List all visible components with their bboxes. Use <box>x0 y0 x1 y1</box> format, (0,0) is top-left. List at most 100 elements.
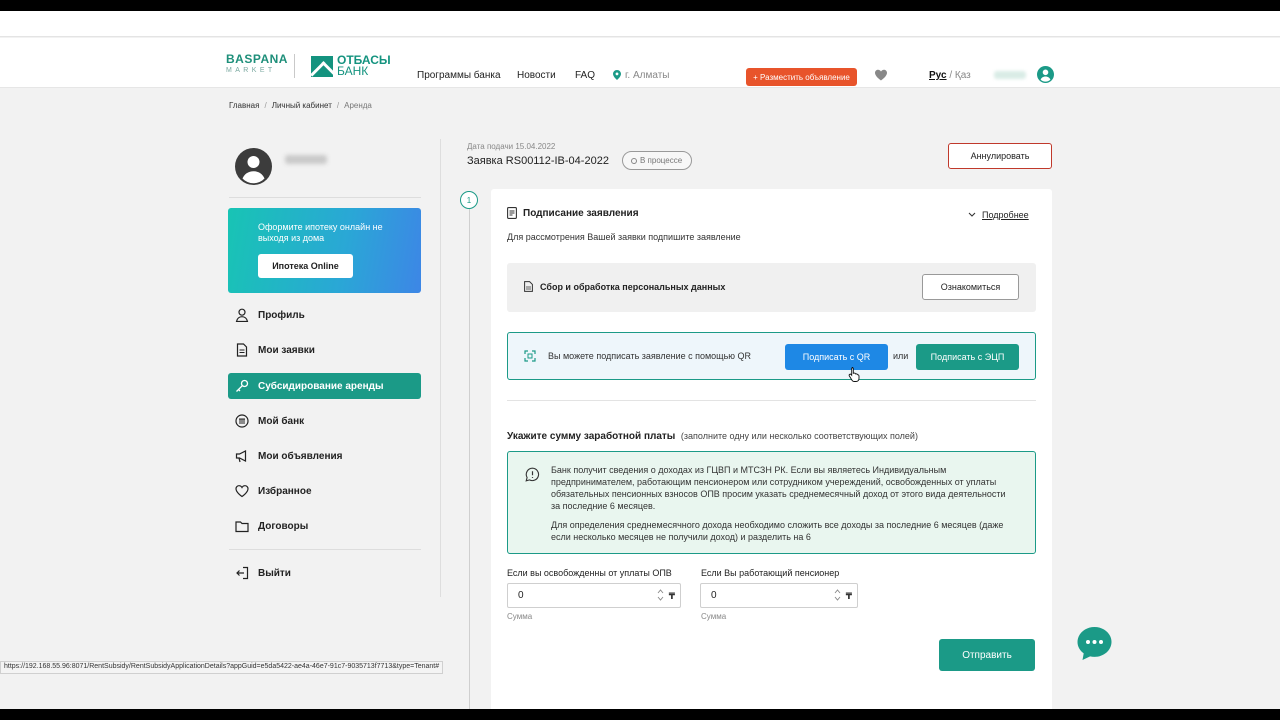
breadcrumb-current: Аренда <box>344 101 372 110</box>
status-text: В процессе <box>640 156 683 165</box>
pensioner-value: 0 <box>711 590 717 601</box>
step-timeline-line <box>469 209 470 709</box>
sidebar-divider-bottom <box>229 549 421 550</box>
sidebar-item-label: Субсидирование аренды <box>258 380 384 392</box>
sidebar-item-my-applications[interactable]: Мои заявки <box>228 337 421 363</box>
otbasy-bank-logo[interactable]: ОТБАСЫ БАНК <box>311 54 391 78</box>
step-number: 1 <box>460 191 478 209</box>
submit-button[interactable]: Отправить <box>939 639 1035 671</box>
top-strip <box>0 11 1280 37</box>
document-icon <box>507 207 517 219</box>
details-toggle-label: Подробнее <box>982 210 1029 220</box>
info-chat-icon <box>525 467 540 482</box>
sidebar-item-my-bank[interactable]: Мой банк <box>228 408 421 434</box>
sidebar-item-label: Мои заявки <box>258 344 315 356</box>
cancel-application-button[interactable]: Аннулировать <box>948 143 1052 169</box>
salary-title-text: Укажите сумму заработной платы <box>507 431 676 442</box>
post-ad-button[interactable]: + Разместить объявление <box>746 68 857 86</box>
sidebar-item-label: Договоры <box>258 520 309 532</box>
income-info-box: Банк получит сведения о доходах из ГЦВП … <box>507 451 1036 554</box>
submission-date: Дата подачи 15.04.2022 <box>467 142 556 151</box>
status-badge: В процессе <box>622 151 692 170</box>
sign-with-qr-button[interactable]: Подписать с QR <box>785 344 888 370</box>
file-icon <box>524 281 533 292</box>
nav-news[interactable]: Новости <box>517 70 556 81</box>
breadcrumb-home[interactable]: Главная <box>229 101 259 110</box>
status-dot-icon <box>631 157 637 164</box>
mortgage-online-button[interactable]: Ипотека Online <box>258 254 353 278</box>
signing-card: Подписание заявления Подробнее Для рассм… <box>491 189 1052 709</box>
bank-logo-line2: БАНК <box>337 64 369 78</box>
sidebar-item-profile[interactable]: Профиль <box>228 302 421 328</box>
number-stepper-icon[interactable] <box>834 588 841 602</box>
tenge-currency-icon: ₸ <box>845 591 852 601</box>
section-divider <box>507 400 1036 401</box>
mortgage-promo-banner: Оформите ипотеку онлайн не выходя из дом… <box>228 208 421 293</box>
personal-data-text: Сбор и обработка персональных данных <box>540 281 726 292</box>
number-stepper-icon[interactable] <box>657 588 664 602</box>
logout-icon <box>236 566 249 580</box>
sidebar-item-label: Мой банк <box>258 415 305 427</box>
qr-sign-block: Вы можете подписать заявление с помощью … <box>507 332 1036 382</box>
sidebar-item-label: Мои объявления <box>258 450 343 462</box>
location-pin-icon <box>613 70 621 80</box>
lang-separator: / <box>946 70 955 81</box>
user-icon <box>235 308 249 322</box>
sidebar-item-label: Избранное <box>258 485 312 497</box>
pensioner-label: Если Вы работающий пенсионер <box>701 568 840 578</box>
sidebar-item-my-ads[interactable]: Мои объявления <box>228 443 421 469</box>
site-header: BASPANA MARKET ОТБАСЫ БАНК Программы бан… <box>0 38 1280 88</box>
income-info-paragraph-1: Банк получит сведения о доходах из ГЦВП … <box>551 465 1006 511</box>
document-icon <box>236 343 248 357</box>
username-blurred <box>994 71 1026 79</box>
working-pensioner-income-input[interactable]: 0 ₸ <box>700 583 858 608</box>
profile-name-blurred <box>285 155 327 164</box>
sidebar-logout[interactable]: Выйти <box>228 560 421 586</box>
signing-title-text: Подписание заявления <box>523 207 639 219</box>
browser-viewport: BASPANA MARKET ОТБАСЫ БАНК Программы бан… <box>0 11 1280 709</box>
details-toggle[interactable]: Подробнее <box>968 210 1029 220</box>
tenge-currency-icon: ₸ <box>668 591 675 601</box>
breadcrumb-cabinet[interactable]: Личный кабинет <box>272 101 332 110</box>
logo-divider <box>294 54 295 78</box>
sidebar-item-rent-subsidy[interactable]: Субсидирование аренды <box>228 373 421 399</box>
sidebar-item-label: Профиль <box>258 309 305 321</box>
breadcrumb: Главная / Личный кабинет / Аренда <box>229 101 372 110</box>
qr-scan-icon <box>524 350 536 362</box>
content-divider <box>440 139 441 597</box>
chevron-down-icon <box>968 212 976 217</box>
qr-sign-label: Вы можете подписать заявление с помощью … <box>524 350 751 362</box>
folder-icon <box>235 521 249 533</box>
city-selector[interactable]: г. Алматы <box>625 70 669 81</box>
key-icon <box>236 379 249 392</box>
sidebar-item-favorites[interactable]: Избранное <box>228 478 421 504</box>
logout-label: Выйти <box>258 567 291 579</box>
read-document-button[interactable]: Ознакомиться <box>922 274 1019 300</box>
hand-cursor-icon <box>848 367 860 382</box>
otbasy-logo-icon <box>311 55 333 77</box>
opv-exempt-income-input[interactable]: 0 ₸ <box>507 583 681 608</box>
personal-data-label: Сбор и обработка персональных данных <box>524 281 725 292</box>
opv-exempt-value: 0 <box>518 590 524 601</box>
language-switch: Рус / Қаз <box>929 70 971 81</box>
nav-bank-programs[interactable]: Программы банка <box>417 70 501 81</box>
sign-with-ecp-button[interactable]: Подписать с ЭЦП <box>916 344 1019 370</box>
or-label: или <box>893 351 909 361</box>
user-avatar-icon[interactable] <box>1037 66 1054 83</box>
baspana-logo[interactable]: BASPANA MARKET <box>226 53 288 74</box>
favorites-heart-icon[interactable] <box>874 68 888 82</box>
signing-subtitle: Для рассмотрения Вашей заявки подпишите … <box>507 232 741 242</box>
market-logo-text: MARKET <box>226 67 276 74</box>
lang-ru[interactable]: Рус <box>929 70 947 81</box>
baspana-logo-text: BASPANA <box>226 52 288 66</box>
heart-icon <box>235 485 249 498</box>
opv-exempt-hint: Сумма <box>507 612 533 621</box>
nav-faq[interactable]: FAQ <box>575 70 595 81</box>
personal-data-block: Сбор и обработка персональных данных Озн… <box>507 263 1036 312</box>
opv-exempt-label: Если вы освобожденны от уплаты ОПВ <box>507 568 672 578</box>
signing-title: Подписание заявления <box>507 207 639 219</box>
sidebar-item-contracts[interactable]: Договоры <box>228 513 421 539</box>
qr-sign-text: Вы можете подписать заявление с помощью … <box>548 351 752 361</box>
chat-bubble-icon[interactable] <box>1076 625 1113 662</box>
lang-kz[interactable]: Қаз <box>955 70 971 81</box>
